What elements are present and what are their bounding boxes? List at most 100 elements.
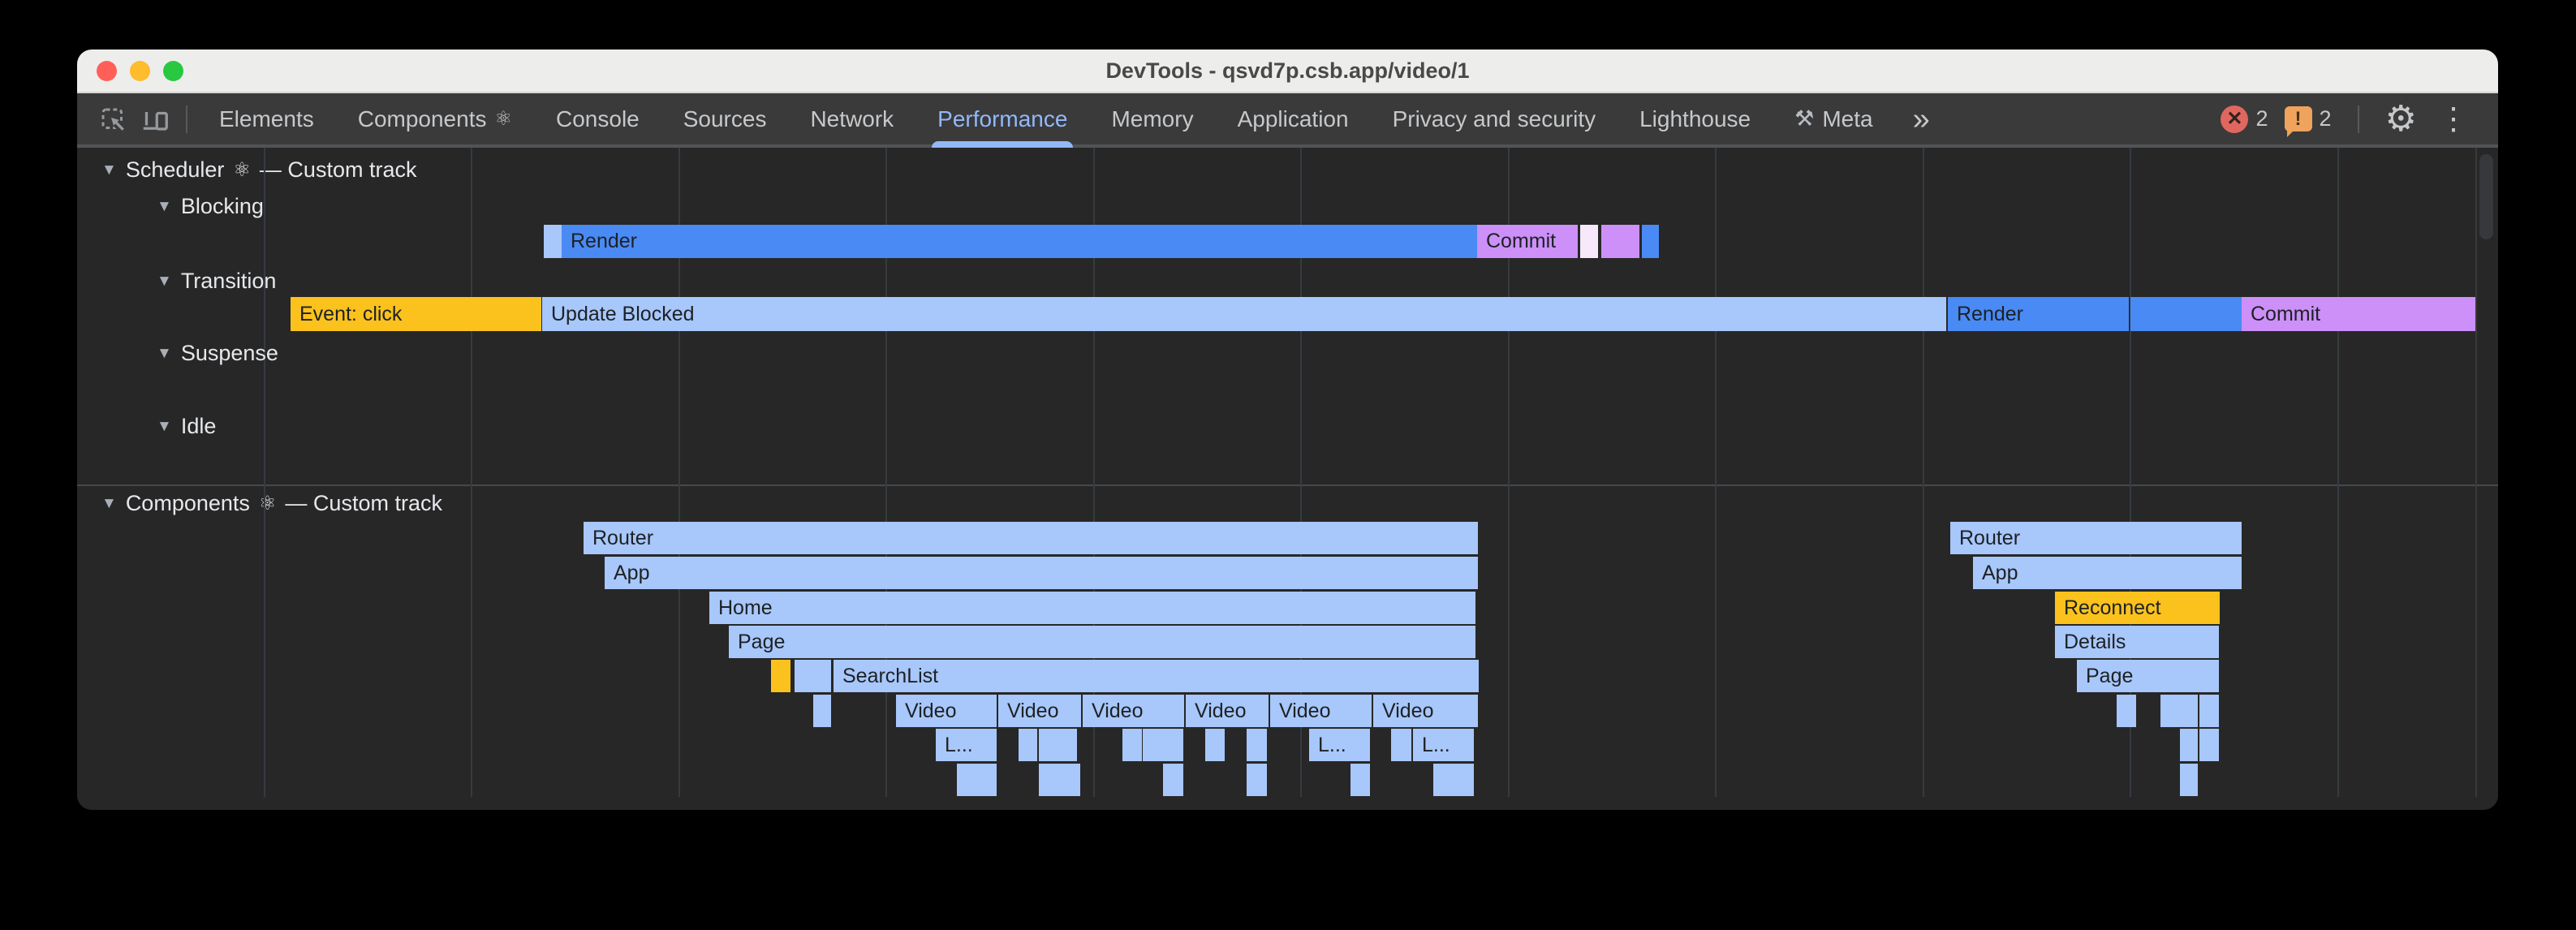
- components-span-page[interactable]: Page: [2077, 660, 2219, 692]
- scheduler-span-render[interactable]: Render: [1948, 297, 2129, 331]
- lane-suspense[interactable]: ▼Suspense: [157, 341, 278, 366]
- components-span[interactable]: [2160, 695, 2198, 727]
- components-span[interactable]: [1039, 764, 1080, 796]
- components-span[interactable]: [1019, 729, 1037, 761]
- components-span-video[interactable]: Video: [1270, 695, 1372, 727]
- components-span[interactable]: [2180, 729, 2198, 761]
- lane-idle[interactable]: ▼Idle: [157, 414, 216, 439]
- tab-components[interactable]: Components⚛: [336, 93, 534, 144]
- inspect-element-button[interactable]: [92, 97, 134, 141]
- scheduler-span[interactable]: [544, 225, 562, 258]
- chart-right-boundary: [2475, 148, 2477, 797]
- tab-label: Network: [810, 106, 894, 132]
- components-span[interactable]: [1122, 729, 1142, 761]
- components-span[interactable]: [1350, 764, 1370, 796]
- tab-performance[interactable]: Performance: [915, 93, 1089, 144]
- components-span-video[interactable]: Video: [896, 695, 997, 727]
- devtools-toolbar: ElementsComponents⚛ConsoleSources Network…: [77, 93, 2498, 148]
- vertical-scrollbar-thumb[interactable]: [2479, 154, 2493, 239]
- title-bar: DevTools - qsvd7p.csb.app/video/1: [77, 50, 2498, 93]
- tab-console[interactable]: Console: [534, 93, 661, 144]
- disclosure-triangle-icon[interactable]: ▼: [157, 345, 172, 363]
- components-span-l-[interactable]: L...: [936, 729, 997, 761]
- components-span[interactable]: [2180, 764, 2198, 796]
- components-span-l-[interactable]: L...: [1413, 729, 1474, 761]
- components-track-header[interactable]: ▼ Components ⚛ — Custom track: [101, 491, 442, 516]
- tab-memory[interactable]: Memory: [1089, 93, 1215, 144]
- components-span[interactable]: [1433, 764, 1474, 796]
- react-atom-icon: ⚛: [494, 107, 512, 131]
- components-span-searchlist[interactable]: SearchList: [834, 660, 1479, 692]
- scheduler-track-header[interactable]: ▼ Scheduler ⚛ — Custom track: [101, 157, 416, 183]
- scheduler-span[interactable]: [2130, 297, 2242, 331]
- tab-network[interactable]: Network: [788, 93, 915, 144]
- settings-gear-button[interactable]: ⚙: [2385, 97, 2417, 141]
- components-span-reconnect[interactable]: Reconnect: [2055, 592, 2220, 624]
- components-track-suffix: — Custom track: [285, 491, 442, 516]
- components-span-router[interactable]: Router: [584, 522, 1478, 554]
- disclosure-triangle-icon[interactable]: ▼: [157, 418, 172, 436]
- components-span-video[interactable]: Video: [998, 695, 1081, 727]
- disclosure-triangle-icon[interactable]: ▼: [101, 161, 117, 179]
- tab-lighthouse[interactable]: Lighthouse: [1618, 93, 1773, 144]
- components-span-video[interactable]: Video: [1373, 695, 1478, 727]
- components-span-app[interactable]: App: [1973, 557, 2242, 589]
- tab-application[interactable]: Application: [1216, 93, 1371, 144]
- performance-flame-chart[interactable]: ▼ Scheduler ⚛ — Custom track ▼ Component…: [77, 148, 2498, 805]
- components-span[interactable]: [1039, 729, 1077, 761]
- components-span-home[interactable]: Home: [709, 592, 1475, 624]
- toggle-device-toolbar-button[interactable]: [134, 97, 176, 141]
- components-span[interactable]: [1163, 764, 1183, 796]
- components-span[interactable]: [2117, 695, 2136, 727]
- scheduler-span-commit[interactable]: Commit: [2242, 297, 2475, 331]
- scheduler-span-event-click[interactable]: Event: click: [291, 297, 541, 331]
- zoom-window-button[interactable]: [163, 61, 183, 81]
- scheduler-span-update-blocked[interactable]: Update Blocked: [542, 297, 1946, 331]
- components-span-video[interactable]: Video: [1186, 695, 1269, 727]
- components-span-video[interactable]: Video: [1083, 695, 1184, 727]
- components-span[interactable]: [813, 695, 831, 727]
- console-errors-badge[interactable]: ✕ 2: [2221, 105, 2268, 133]
- components-span[interactable]: [1143, 729, 1183, 761]
- components-span[interactable]: [1247, 729, 1267, 761]
- scheduler-span[interactable]: [1642, 225, 1659, 258]
- components-span[interactable]: [957, 764, 997, 796]
- track-divider: [77, 484, 2498, 486]
- disclosure-triangle-icon[interactable]: ▼: [101, 495, 117, 513]
- components-span[interactable]: [771, 660, 790, 692]
- tab-meta[interactable]: ⚒Meta: [1773, 93, 1894, 144]
- tab-privacy-and-security[interactable]: Privacy and security: [1371, 93, 1618, 144]
- lane-transition[interactable]: ▼Transition: [157, 269, 276, 294]
- tab-elements[interactable]: Elements: [197, 93, 336, 144]
- disclosure-triangle-icon[interactable]: ▼: [157, 273, 172, 291]
- components-span-router[interactable]: Router: [1950, 522, 2242, 554]
- close-window-button[interactable]: [97, 61, 117, 81]
- components-span[interactable]: [1391, 729, 1411, 761]
- components-span[interactable]: [2199, 695, 2219, 727]
- lane-blocking[interactable]: ▼ Blocking: [157, 194, 264, 219]
- disclosure-triangle-icon[interactable]: ▼: [157, 198, 172, 216]
- scheduler-span-render[interactable]: Render: [562, 225, 1477, 258]
- components-span-app[interactable]: App: [605, 557, 1478, 589]
- scheduler-span-commit[interactable]: Commit: [1477, 225, 1578, 258]
- components-span[interactable]: [2199, 729, 2219, 761]
- toolbar-separator: [186, 105, 187, 133]
- components-span[interactable]: [1247, 764, 1267, 796]
- react-atom-icon: ⚛: [259, 492, 277, 515]
- console-warnings-badge[interactable]: ! 2: [2285, 106, 2332, 131]
- components-span[interactable]: [795, 660, 831, 692]
- components-span-page[interactable]: Page: [729, 626, 1475, 658]
- scheduler-span[interactable]: [1601, 225, 1639, 258]
- customize-menu-button[interactable]: ⋮: [2433, 97, 2474, 141]
- scheduler-span[interactable]: [1580, 225, 1598, 258]
- more-tabs-button[interactable]: »: [1895, 97, 1948, 141]
- minimize-window-button[interactable]: [130, 61, 150, 81]
- components-span-details[interactable]: Details: [2055, 626, 2219, 658]
- tab-sources[interactable]: Sources: [661, 93, 789, 144]
- components-span[interactable]: [1205, 729, 1225, 761]
- tab-label: Lighthouse: [1639, 106, 1751, 132]
- components-span-l-[interactable]: L...: [1309, 729, 1370, 761]
- lane-label: Blocking: [181, 194, 264, 219]
- error-icon: ✕: [2221, 105, 2248, 133]
- toolbar-separator: [2358, 105, 2359, 133]
